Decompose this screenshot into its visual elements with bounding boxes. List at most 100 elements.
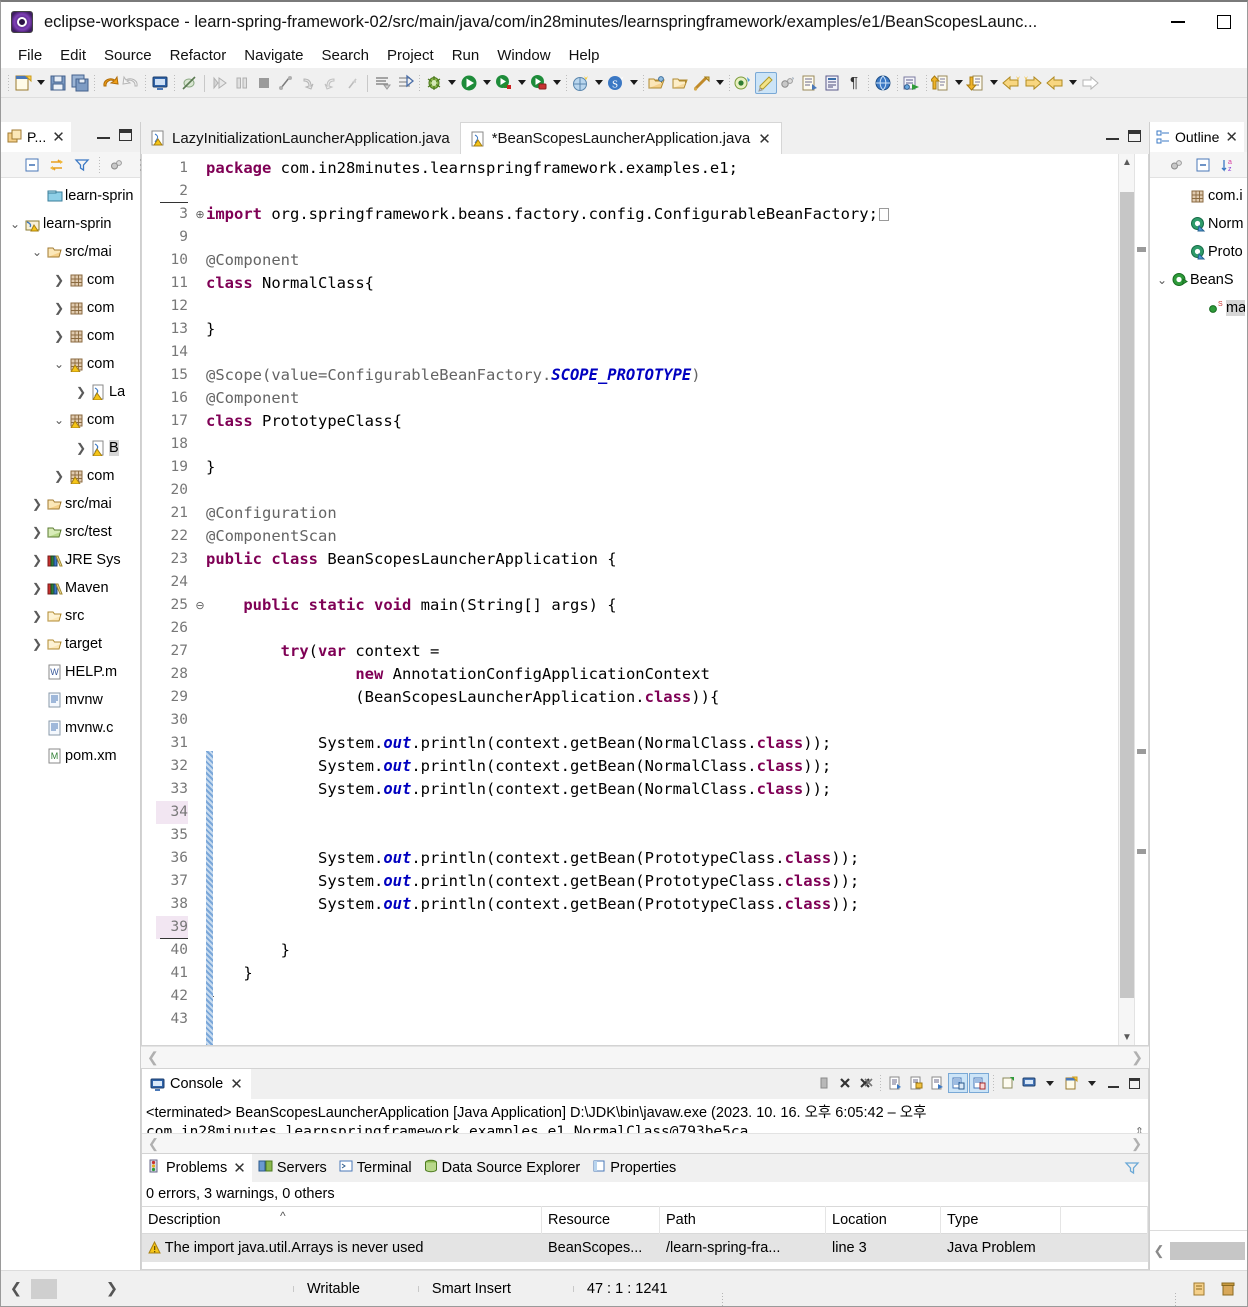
chevron-right-icon[interactable]: ❯ [29, 497, 45, 511]
column-header-resource[interactable]: Resource [542, 1206, 660, 1234]
new-console-dropdown[interactable] [1082, 1073, 1102, 1093]
back-history-icon[interactable] [1044, 72, 1066, 94]
chevron-down-icon[interactable]: ⌄ [51, 357, 67, 371]
tasks-icon[interactable] [1189, 1278, 1211, 1300]
save-icon[interactable] [47, 72, 69, 94]
tree-item-learn-sprin[interactable]: learn-sprin [1, 182, 140, 210]
collapse-all-icon[interactable] [21, 154, 43, 176]
filter-icon[interactable] [71, 154, 93, 176]
minimize-icon[interactable] [97, 129, 110, 139]
close-icon[interactable]: ✕ [230, 1075, 243, 1093]
maximize-icon[interactable] [1124, 1073, 1144, 1093]
save-all-icon[interactable] [69, 72, 91, 94]
scroll-up-icon[interactable]: ▲ [1119, 154, 1135, 170]
clear-console-icon[interactable] [927, 1073, 947, 1093]
open-task-icon[interactable] [669, 72, 691, 94]
debug-icon[interactable] [423, 72, 445, 94]
forward-icon[interactable]: ❯ [101, 1278, 123, 1300]
new-wizard-icon[interactable] [12, 72, 34, 94]
chevron-down-icon[interactable]: ⌄ [1154, 273, 1170, 287]
open-type-icon[interactable] [647, 72, 669, 94]
chevron-down-icon[interactable]: ⌄ [51, 413, 67, 427]
project-dropdown[interactable] [713, 72, 726, 94]
console-output[interactable]: <terminated> BeanScopesLauncherApplicati… [142, 1099, 1148, 1133]
chevron-down-icon[interactable]: ⌄ [29, 245, 45, 259]
tree-item-maven[interactable]: ❯ Maven [1, 574, 140, 602]
step-replay-icon[interactable] [341, 72, 363, 94]
maximize-button[interactable] [1201, 2, 1247, 42]
editor-marker-gutter[interactable] [142, 154, 156, 1045]
column-header-description[interactable]: Description ^ [142, 1206, 542, 1234]
trash-icon[interactable] [1217, 1278, 1239, 1300]
undo-icon[interactable] [98, 72, 120, 94]
run-last-tool-icon[interactable] [901, 72, 923, 94]
coverage-icon[interactable] [528, 72, 550, 94]
chevron-right-icon[interactable]: ❯ [51, 469, 67, 483]
outline-item-proto[interactable]: Proto [1150, 238, 1247, 266]
menu-edit[interactable]: Edit [51, 45, 95, 66]
overview-marker[interactable] [1137, 749, 1146, 754]
outline-item-norm[interactable]: Norm [1150, 210, 1247, 238]
step-return-icon[interactable] [275, 72, 297, 94]
chevron-right-icon[interactable]: ❯ [51, 301, 67, 315]
code-text-area[interactable]: package com.in28minutes.learnspringframe… [206, 154, 1118, 1045]
tab-package-explorer[interactable]: P... ✕ [1, 122, 71, 152]
remove-launch-icon[interactable] [835, 1073, 855, 1093]
tree-item-learn-sprin[interactable]: ⌄ learn-sprin [1, 210, 140, 238]
scroll-left-icon[interactable]: ❮ [148, 1136, 159, 1152]
scroll-right-icon[interactable]: ❯ [1131, 1049, 1143, 1066]
boot-dropdown[interactable] [592, 72, 605, 94]
tree-item-help-m[interactable]: W HELP.m [1, 658, 140, 686]
run-external-tools-icon[interactable] [493, 72, 515, 94]
highlight-icon[interactable] [755, 71, 777, 94]
run-icon[interactable] [458, 72, 480, 94]
tree-item-com[interactable]: ⌄ com [1, 406, 140, 434]
outline-item-com-i[interactable]: com.i [1150, 182, 1247, 210]
tab-bean-scopes[interactable]: *BeanScopesLauncherApplication.java ✕ [459, 122, 782, 154]
chevron-right-icon[interactable]: ❯ [29, 553, 45, 567]
new-package-icon[interactable] [691, 72, 713, 94]
tree-item-src-test[interactable]: ❯ src/test [1, 518, 140, 546]
tree-item-target[interactable]: ❯ target [1, 630, 140, 658]
editor-overview-ruler[interactable] [1134, 154, 1148, 1045]
minimize-button[interactable] [1155, 2, 1201, 42]
show-whitespace-icon[interactable] [821, 72, 843, 94]
step-into-icon[interactable] [209, 72, 231, 94]
menu-run[interactable]: Run [443, 45, 489, 66]
scroll-down-icon[interactable]: ▼ [1119, 1029, 1135, 1045]
new-java-class-icon[interactable] [733, 72, 755, 94]
open-console-icon[interactable] [149, 72, 171, 94]
menu-file[interactable]: File [9, 45, 51, 66]
chevron-right-icon[interactable]: ❯ [29, 525, 45, 539]
minimize-icon[interactable] [1103, 1073, 1123, 1093]
forward-icon[interactable] [1022, 72, 1044, 94]
tab-data-source-explorer[interactable]: Data Source Explorer [418, 1154, 587, 1182]
debug-dropdown[interactable] [445, 72, 458, 94]
prev-dropdown[interactable] [952, 72, 965, 94]
next-edit-icon[interactable] [965, 72, 987, 94]
show-console-stderr-icon[interactable] [969, 1073, 989, 1093]
filter-icon[interactable] [1244, 154, 1248, 176]
run-dropdown[interactable] [480, 72, 493, 94]
tab-console[interactable]: Console ✕ [142, 1069, 251, 1099]
tree-item-src[interactable]: ❯ src [1, 602, 140, 630]
new-wizard-dropdown[interactable] [34, 72, 47, 94]
pilcrow-icon[interactable]: ¶ [843, 72, 865, 94]
fold-toggle-icon[interactable]: ⊖ [194, 594, 206, 617]
tree-item-la[interactable]: ❯ La [1, 378, 140, 406]
fold-toggle-icon[interactable]: ⊕ [194, 203, 206, 226]
scrollbar-thumb[interactable] [1120, 192, 1134, 998]
previous-edit-icon[interactable] [930, 72, 952, 94]
back-icon[interactable]: ❮ [5, 1278, 27, 1300]
step-back-icon[interactable] [297, 72, 319, 94]
folding-ruler[interactable]: ⊕ ⊖ [194, 154, 206, 1045]
scroll-left-icon[interactable]: ❮ [147, 1049, 159, 1066]
column-header-location[interactable]: Location [826, 1206, 941, 1234]
previous-annotation-icon[interactable] [394, 72, 416, 94]
terminate-icon[interactable] [814, 1073, 834, 1093]
outline-tree[interactable]: com.i Norm Proto ⌄ BeanS Sma [1150, 178, 1247, 1230]
tab-problems[interactable]: Problems ✕ [142, 1154, 252, 1182]
open-resource-icon[interactable] [799, 72, 821, 94]
remove-all-launches-icon[interactable] [856, 1073, 876, 1093]
coverage-dropdown[interactable] [550, 72, 563, 94]
